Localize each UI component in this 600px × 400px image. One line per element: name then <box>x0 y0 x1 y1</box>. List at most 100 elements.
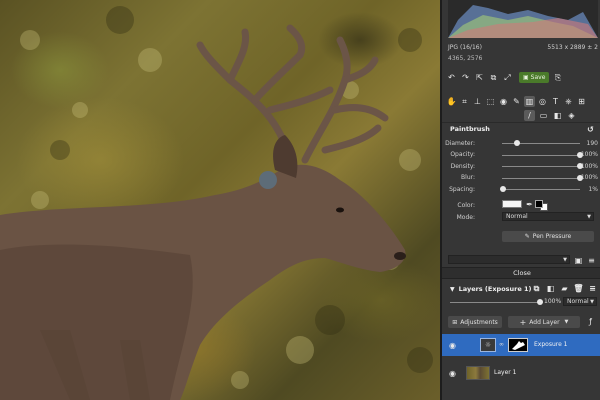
blend-mode-value: Normal <box>567 298 589 305</box>
edit-toolbar: ↶ ↷ ⇱ ⧉ ⤢ ▣ Save ⎘ <box>442 72 600 83</box>
preset-select[interactable]: ▼ <box>448 255 570 264</box>
trash-icon[interactable]: 🗑 <box>573 283 584 294</box>
mode-label: Mode: <box>456 213 475 221</box>
slider-track[interactable] <box>502 177 580 179</box>
folder-icon[interactable]: ▰ <box>559 283 570 294</box>
layer-row-exposure[interactable]: ◉ ☼ ∞ Exposure 1 <box>442 334 600 356</box>
layer-opacity-thumb[interactable] <box>537 299 543 305</box>
slider-track[interactable] <box>502 166 580 167</box>
link-icon[interactable]: ∞ <box>499 341 504 348</box>
layers-header: ▼ Layers (Exposure 1) ⧉ ◧ ▰ 🗑 ≡ <box>442 283 600 295</box>
color-label: Color: <box>457 201 475 209</box>
slider-thumb[interactable] <box>513 140 520 146</box>
slider-label: Blur: <box>461 174 475 181</box>
fx-icon[interactable]: ƒ <box>585 316 596 327</box>
adjustments-icon: ⊞ <box>452 318 458 326</box>
layers-menu-icon[interactable]: ≡ <box>587 283 598 294</box>
layer-name: Exposure 1 <box>534 341 568 348</box>
pen-icon: ✎ <box>524 233 530 240</box>
crop-icon[interactable]: ⌗ <box>459 96 470 107</box>
slider-row: Diameter: 190 <box>442 138 600 148</box>
view-icon[interactable]: ◉ <box>498 96 509 107</box>
redo-icon[interactable]: ↷ <box>460 72 471 83</box>
layer-opacity-value: 100% <box>544 298 562 305</box>
paintbrush-section-header: Paintbrush ↺ <box>442 122 600 135</box>
brush-adjust-icon[interactable]: ✎ <box>511 96 522 107</box>
fit-icon[interactable]: ⤢ <box>502 72 513 83</box>
eyedropper-icon[interactable]: ✒ <box>524 199 535 210</box>
add-layer-button[interactable]: + Add Layer ▼ <box>508 316 580 328</box>
chevron-down-icon: ▼ <box>590 299 594 305</box>
slider-value: 100% <box>580 162 598 170</box>
slider-row: Spacing: 1% <box>442 184 600 194</box>
gradient-icon[interactable]: ▥ <box>524 96 535 107</box>
layer-opacity-slider[interactable] <box>450 302 540 303</box>
layer-actions: ⧉ ◧ ▰ 🗑 ≡ <box>531 283 598 294</box>
foreground-color-swatch[interactable] <box>535 200 543 208</box>
close-button[interactable]: Close <box>442 267 600 279</box>
slider-label: Density: <box>450 162 475 170</box>
reset-icon[interactable]: ↺ <box>585 124 596 135</box>
plus-icon: + <box>519 317 527 327</box>
paintbrush-icon[interactable]: / <box>524 110 535 121</box>
save-as-icon[interactable]: ⎘ <box>552 72 563 83</box>
text-icon[interactable]: T <box>550 96 561 107</box>
preset-row: ▼ ▣ ≡ <box>442 254 600 265</box>
layer-opacity-row: 100% Normal ▼ <box>442 297 600 307</box>
clone-icon[interactable]: ⎈ <box>563 96 574 107</box>
slider-row: Density: 100% <box>442 161 600 171</box>
chevron-down-icon: ▼ <box>564 319 569 325</box>
section-title: Paintbrush <box>450 125 490 133</box>
layer-row-1[interactable]: ◉ Layer 1 <box>442 362 600 384</box>
mode-select[interactable]: Normal ▼ <box>502 212 594 221</box>
close-label: Close <box>513 269 531 277</box>
mask-icon[interactable]: ◈ <box>566 110 577 121</box>
save-label: Save <box>530 74 546 81</box>
slider-row: Opacity: 100% <box>442 150 600 160</box>
blend-mode-select[interactable]: Normal ▼ <box>563 297 597 306</box>
color-swatch[interactable] <box>502 200 522 208</box>
slider-track[interactable] <box>502 154 580 156</box>
eye-icon[interactable]: ◉ <box>447 340 458 351</box>
tools-row-2: / ▭ ◧ ◈ <box>442 110 600 121</box>
slider-value: 1% <box>588 185 598 193</box>
layer-thumbnail <box>466 366 490 380</box>
save-preset-icon[interactable]: ▣ <box>573 255 584 266</box>
collapse-icon[interactable]: ▼ <box>450 286 455 293</box>
grid-icon[interactable]: ⊞ <box>576 96 587 107</box>
transform-icon[interactable]: ⬚ <box>485 96 496 107</box>
fill-icon[interactable]: ◧ <box>552 110 563 121</box>
tools-row-1: ✋ ⌗ ⊥ ⬚ ◉ ✎ ▥ ◎ T ⎈ ⊞ <box>442 96 600 107</box>
eye-icon[interactable]: ◉ <box>447 368 458 379</box>
chevron-down-icon: ▼ <box>587 214 591 220</box>
duplicate-layer-icon[interactable]: ⧉ <box>531 283 542 294</box>
hand-icon[interactable]: ✋ <box>446 96 457 107</box>
color-row: Color: ✒ <box>442 199 600 211</box>
straighten-icon[interactable]: ⊥ <box>472 96 483 107</box>
compare-icon[interactable]: ⧉ <box>488 72 499 83</box>
add-layer-label: Add Layer <box>529 318 560 326</box>
export-icon[interactable]: ⇱ <box>474 72 485 83</box>
slider-track[interactable] <box>502 189 580 190</box>
save-button[interactable]: ▣ Save <box>519 72 550 83</box>
deer-photo <box>0 6 433 400</box>
layers-title: Layers (Exposure 1) <box>458 285 532 293</box>
radial-icon[interactable]: ◎ <box>537 96 548 107</box>
slider-label: Diameter: <box>445 139 475 147</box>
slider-value: 100% <box>580 151 598 158</box>
layer-mask-icon[interactable]: ◧ <box>545 283 556 294</box>
image-dimensions: 5513 x 2889 ± 2 <box>547 44 598 51</box>
mode-value: Normal <box>506 213 528 220</box>
slider-thumb[interactable] <box>499 186 506 192</box>
slider-value: 100% <box>580 174 598 181</box>
pen-pressure-button[interactable]: ✎ Pen Pressure <box>502 231 594 242</box>
photo-canvas[interactable] <box>0 0 440 400</box>
mode-row: Mode: Normal ▼ <box>442 212 600 222</box>
chevron-down-icon: ▼ <box>563 257 567 263</box>
slider-row: Blur: 100% <box>442 173 600 183</box>
mask-thumbnail[interactable] <box>508 338 528 352</box>
eraser-icon[interactable]: ▭ <box>538 110 549 121</box>
preset-menu-icon[interactable]: ≡ <box>586 255 597 266</box>
adjustments-button[interactable]: ⊞ Adjustments <box>448 316 502 328</box>
undo-icon[interactable]: ↶ <box>446 72 457 83</box>
